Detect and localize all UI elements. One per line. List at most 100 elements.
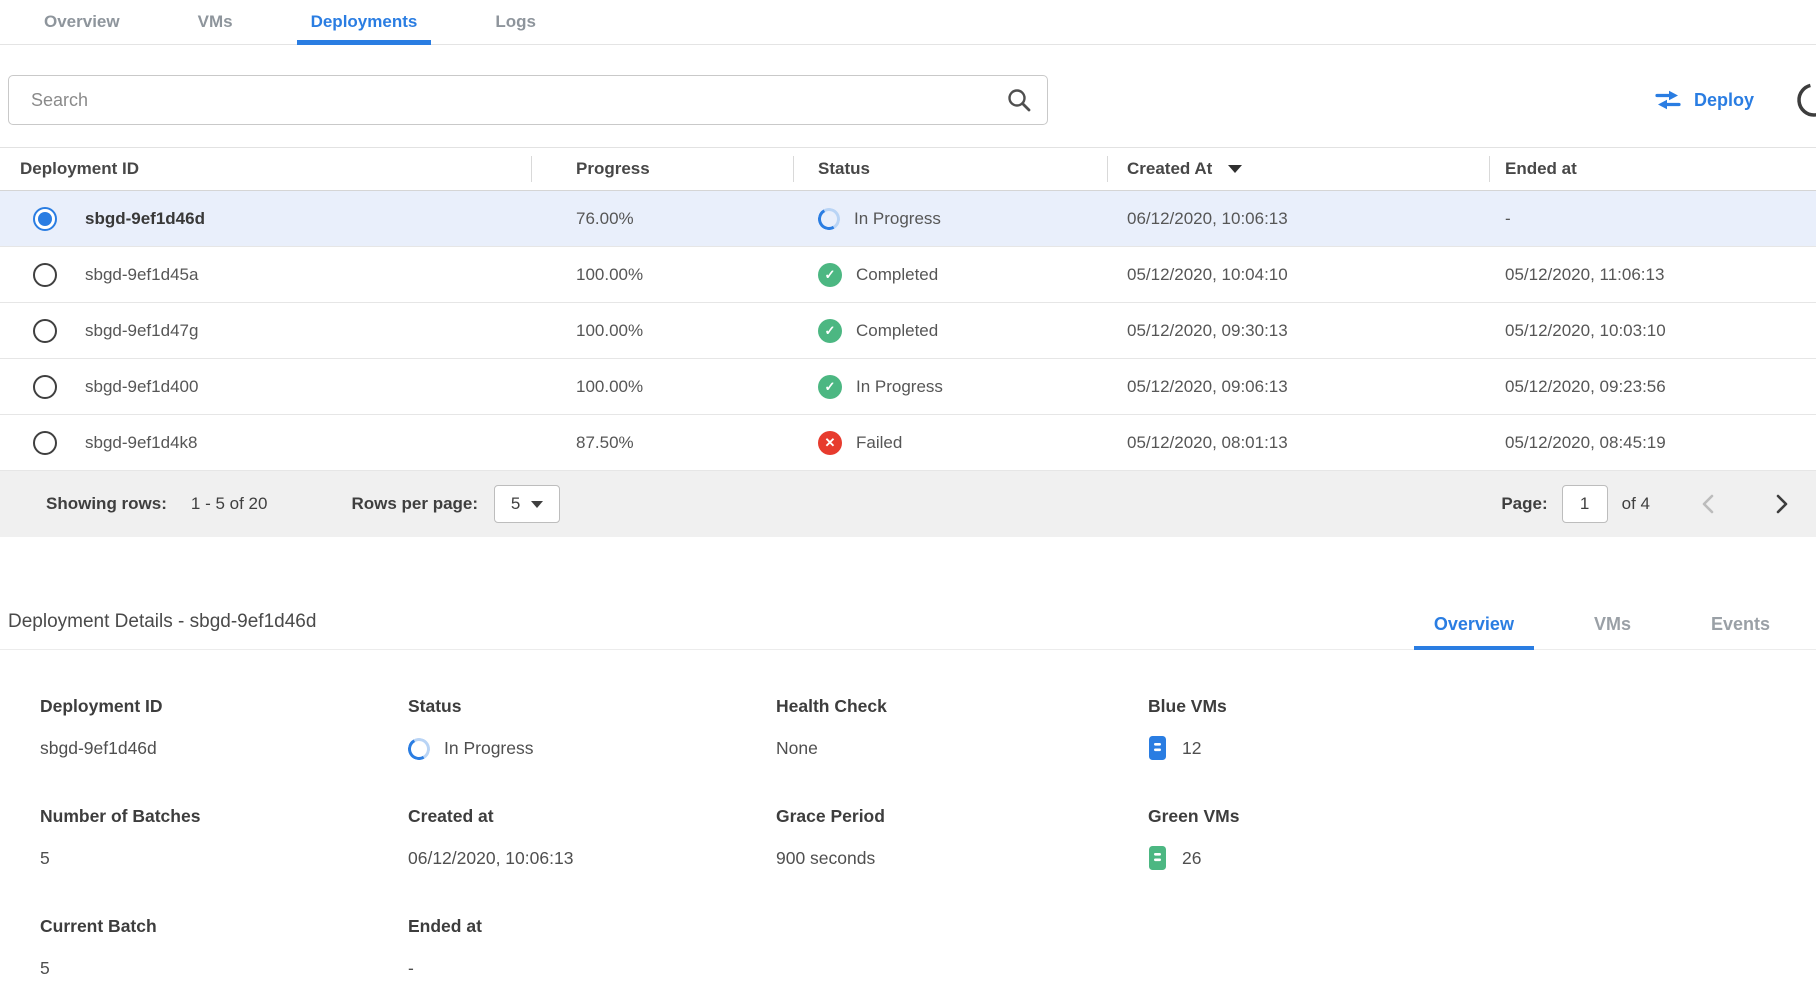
row-radio[interactable]	[33, 263, 57, 287]
field-label: Blue VMs	[1148, 696, 1816, 717]
field-value: 12	[1182, 738, 1201, 759]
tab-logs[interactable]: Logs	[481, 0, 550, 44]
field-value: sbgd-9ef1d46d	[40, 735, 408, 762]
green-vm-icon	[1148, 845, 1168, 872]
tab-deployments[interactable]: Deployments	[297, 0, 432, 44]
main-tab-bar: Overview VMs Deployments Logs	[0, 0, 1816, 45]
field-label: Current Batch	[40, 916, 408, 937]
detail-field-created-at: Created at 06/12/2020, 10:06:13	[408, 806, 776, 872]
ended-at-cell: 05/12/2020, 08:45:19	[1489, 433, 1816, 453]
deployment-id-cell: sbgd-9ef1d45a	[0, 263, 531, 287]
column-header-created-at[interactable]: Created At	[1107, 148, 1489, 190]
field-value: 900 seconds	[776, 845, 1148, 872]
progress-cell: 87.50%	[531, 433, 793, 453]
deployment-id: sbgd-9ef1d45a	[85, 265, 198, 285]
deploy-button[interactable]: Deploy	[1655, 90, 1754, 111]
created-at-cell: 05/12/2020, 10:04:10	[1107, 265, 1489, 285]
page-label: Page:	[1501, 494, 1547, 514]
status-cell: ✓ Completed	[793, 263, 1107, 287]
page-input[interactable]	[1562, 485, 1608, 523]
ended-at-cell: 05/12/2020, 09:23:56	[1489, 377, 1816, 397]
deployment-id-cell: sbgd-9ef1d46d	[0, 207, 531, 231]
detail-field-deployment-id: Deployment ID sbgd-9ef1d46d	[40, 696, 408, 762]
refresh-icon	[1794, 80, 1816, 120]
prev-page-button[interactable]	[1700, 493, 1716, 515]
deployment-id: sbgd-9ef1d46d	[85, 209, 205, 229]
field-label: Number of Batches	[40, 806, 408, 827]
deployments-table: Deployment ID Progress Status Created At…	[0, 147, 1816, 537]
deployment-id: sbgd-9ef1d47g	[85, 321, 198, 341]
details-tab-events[interactable]: Events	[1691, 614, 1790, 649]
refresh-button[interactable]	[1794, 80, 1816, 120]
in-progress-spinner-icon	[406, 735, 433, 762]
next-page-button[interactable]	[1774, 493, 1790, 515]
details-header: Deployment Details - sbgd-9ef1d46d Overv…	[0, 611, 1816, 650]
search-input[interactable]	[8, 75, 1048, 125]
detail-field-grace-period: Grace Period 900 seconds	[776, 806, 1148, 872]
field-label: Deployment ID	[40, 696, 408, 717]
field-value: 26	[1182, 848, 1201, 869]
deployment-id-cell: sbgd-9ef1d47g	[0, 319, 531, 343]
progress-cell: 76.00%	[531, 209, 793, 229]
showing-rows-label: Showing rows:	[46, 494, 167, 514]
deployment-id-cell: sbgd-9ef1d400	[0, 375, 531, 399]
deploy-swap-arrows-icon	[1655, 90, 1681, 110]
dropdown-triangle-icon	[531, 501, 543, 508]
row-radio[interactable]	[33, 319, 57, 343]
field-label: Grace Period	[776, 806, 1148, 827]
column-header-deployment-id[interactable]: Deployment ID	[0, 148, 531, 190]
detail-field-status: Status In Progress	[408, 696, 776, 762]
table-row[interactable]: sbgd-9ef1d47g 100.00% ✓ Completed 05/12/…	[0, 303, 1816, 359]
deployment-id: sbgd-9ef1d400	[85, 377, 198, 397]
details-tab-vms[interactable]: VMs	[1574, 614, 1651, 649]
progress-cell: 100.00%	[531, 377, 793, 397]
blue-vm-icon	[1148, 735, 1168, 762]
rows-per-page-label: Rows per page:	[351, 494, 478, 514]
detail-field-health-check: Health Check None	[776, 696, 1148, 762]
column-header-status[interactable]: Status	[793, 148, 1107, 190]
table-row[interactable]: sbgd-9ef1d400 100.00% ✓ In Progress 05/1…	[0, 359, 1816, 415]
column-header-progress[interactable]: Progress	[531, 148, 793, 190]
in-progress-spinner-icon	[816, 205, 843, 232]
status-cell: ✓ In Progress	[793, 375, 1107, 399]
rows-per-page-select[interactable]: 5	[494, 485, 560, 523]
row-radio[interactable]	[33, 375, 57, 399]
tab-vms[interactable]: VMs	[184, 0, 247, 44]
table-row[interactable]: sbgd-9ef1d45a 100.00% ✓ Completed 05/12/…	[0, 247, 1816, 303]
status-label: Completed	[856, 265, 938, 285]
table-pagination: Showing rows: 1 - 5 of 20 Rows per page:…	[0, 471, 1816, 537]
row-radio[interactable]	[33, 431, 57, 455]
check-circle-icon: ✓	[818, 263, 842, 287]
ended-at-cell: 05/12/2020, 10:03:10	[1489, 321, 1816, 341]
search-box	[8, 75, 1048, 125]
page-total: of 4	[1622, 494, 1650, 514]
status-cell: ✓ Completed	[793, 319, 1107, 343]
status-cell: ✕ Failed	[793, 431, 1107, 455]
detail-field-blue-vms: Blue VMs 12	[1148, 696, 1816, 762]
check-circle-icon: ✓	[818, 319, 842, 343]
toolbar: Deploy	[0, 75, 1816, 125]
column-header-ended-at[interactable]: Ended at	[1489, 148, 1816, 190]
deploy-label: Deploy	[1694, 90, 1754, 111]
check-circle-icon: ✓	[818, 375, 842, 399]
ended-at-cell: -	[1489, 209, 1816, 229]
deployment-id-cell: sbgd-9ef1d4k8	[0, 431, 531, 455]
search-icon	[1006, 87, 1032, 113]
table-row[interactable]: sbgd-9ef1d4k8 87.50% ✕ Failed 05/12/2020…	[0, 415, 1816, 471]
created-at-cell: 05/12/2020, 09:30:13	[1107, 321, 1489, 341]
page-controls: Page: of 4	[1501, 485, 1790, 523]
row-radio[interactable]	[33, 207, 57, 231]
details-tab-overview[interactable]: Overview	[1414, 614, 1534, 649]
table-row[interactable]: sbgd-9ef1d46d 76.00% In Progress 06/12/2…	[0, 191, 1816, 247]
detail-field-ended-at: Ended at -	[408, 916, 776, 982]
field-label: Status	[408, 696, 776, 717]
created-at-cell: 05/12/2020, 08:01:13	[1107, 433, 1489, 453]
field-value: 5	[40, 845, 408, 872]
field-value: -	[408, 955, 776, 982]
tab-overview[interactable]: Overview	[30, 0, 134, 44]
detail-field-green-vms: Green VMs 26	[1148, 806, 1816, 872]
detail-field-current-batch: Current Batch 5	[40, 916, 408, 982]
detail-field-number-of-batches: Number of Batches 5	[40, 806, 408, 872]
progress-cell: 100.00%	[531, 265, 793, 285]
showing-rows-value: 1 - 5 of 20	[191, 494, 268, 514]
